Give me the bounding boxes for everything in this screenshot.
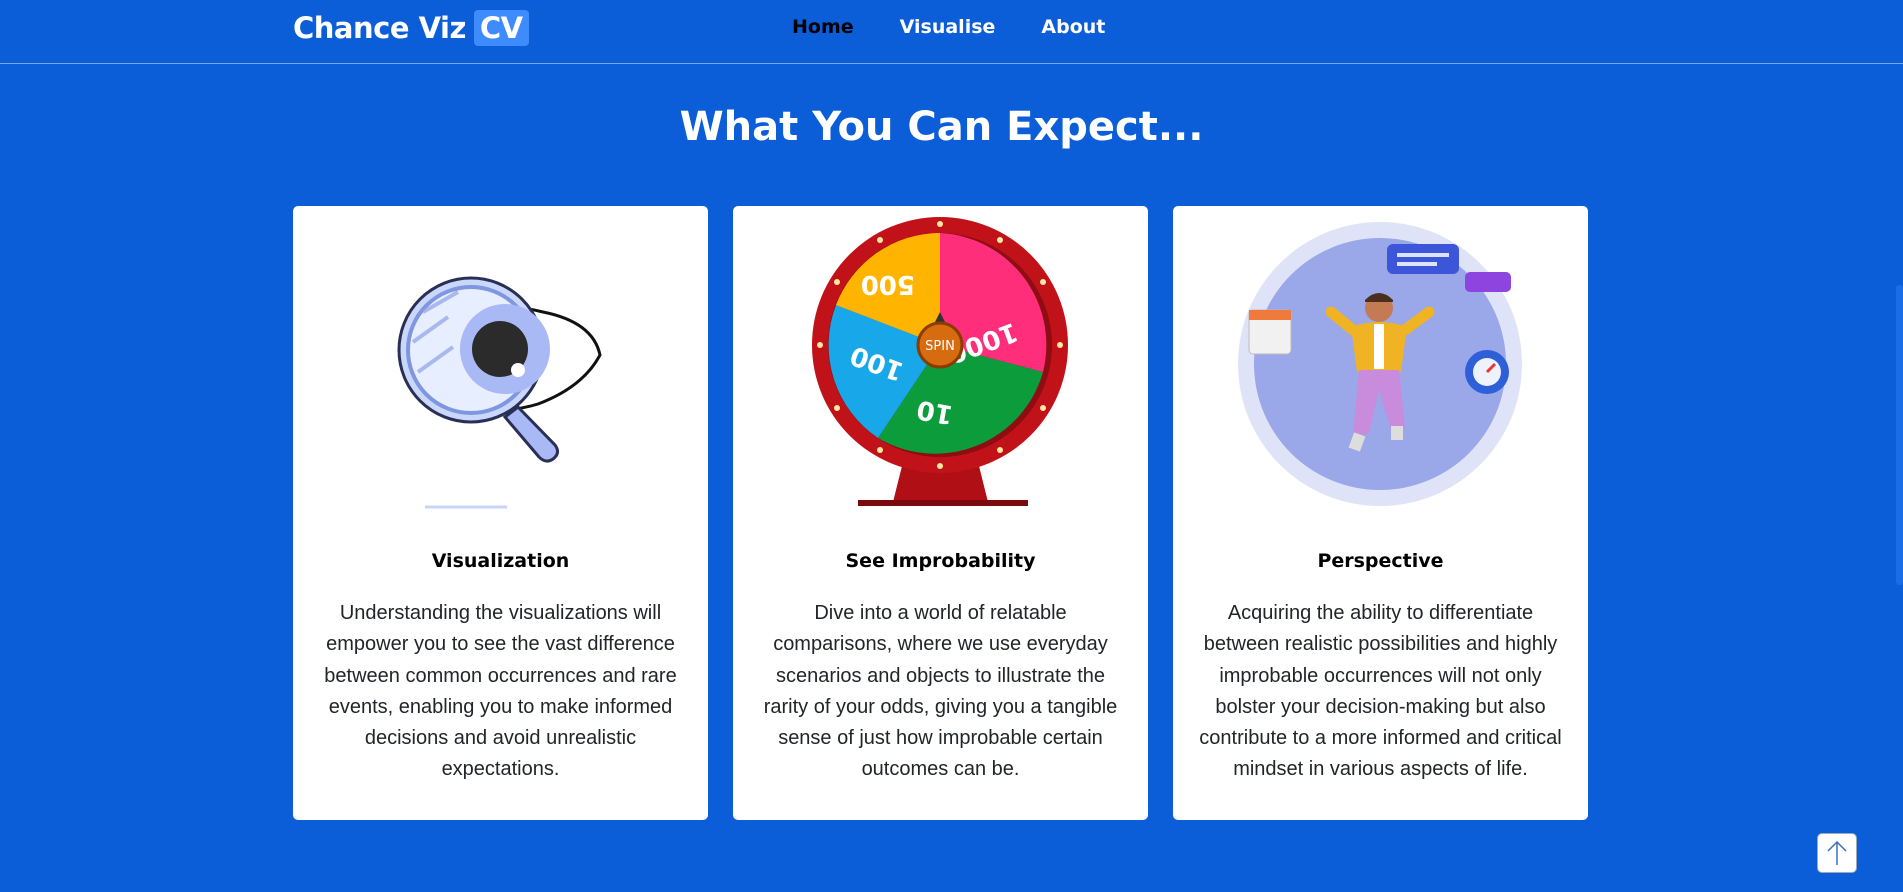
navbar: Chance Viz CV Home Visualise About bbox=[0, 0, 1903, 64]
arrow-up-icon bbox=[1827, 840, 1847, 865]
magnifier-eye-illustration bbox=[397, 276, 602, 509]
nav-link-about[interactable]: About bbox=[1041, 16, 1105, 38]
brand-badge: CV bbox=[473, 10, 529, 46]
feature-card-see-improbability: 500 1000 10 100 SPIN See Improbability D… bbox=[733, 206, 1148, 820]
prize-wheel-illustration: 500 1000 10 100 SPIN bbox=[812, 217, 1068, 506]
card-title: See Improbability bbox=[845, 550, 1036, 572]
feature-card-visualization: Visualization Understanding the visualiz… bbox=[293, 206, 708, 820]
card-text: Understanding the visualizations will em… bbox=[324, 602, 677, 781]
card-text: Dive into a world of relatable compariso… bbox=[763, 602, 1118, 781]
page-heading: What You Can Expect... bbox=[679, 104, 1204, 150]
wheel-center-label: SPIN bbox=[925, 339, 955, 354]
feature-card-perspective: Perspective Acquiring the ability to dif… bbox=[1173, 206, 1588, 820]
card-title: Perspective bbox=[1317, 550, 1444, 572]
brand-name: Chance Viz bbox=[293, 11, 466, 45]
brand-logo[interactable]: Chance Viz CV bbox=[293, 10, 529, 46]
wheel-label-500: 500 bbox=[861, 269, 915, 299]
card-title: Visualization bbox=[431, 550, 570, 572]
nav-link-home[interactable]: Home bbox=[792, 16, 854, 38]
person-jumping-illustration bbox=[1238, 222, 1522, 506]
scroll-to-top-button[interactable] bbox=[1817, 833, 1857, 873]
nav-link-visualise[interactable]: Visualise bbox=[900, 16, 996, 38]
scrollbar[interactable] bbox=[1896, 285, 1903, 585]
nav-links: Home Visualise About bbox=[792, 16, 1105, 38]
wheel-label-10: 10 bbox=[915, 394, 956, 430]
card-text: Acquiring the ability to differentiate b… bbox=[1199, 602, 1562, 781]
